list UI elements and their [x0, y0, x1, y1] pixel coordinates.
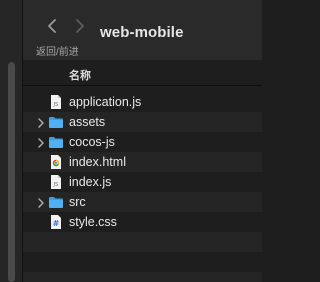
empty-row: [23, 232, 262, 252]
file-list: JS application.js assets cocos-js index.html…: [23, 92, 262, 282]
folder-icon: [48, 114, 64, 130]
disclosure-triangle-icon[interactable]: [37, 196, 45, 208]
toolbar: web-mobile 返回/前进: [23, 0, 262, 60]
svg-text:JS: JS: [53, 182, 59, 188]
file-name-label: application.js: [69, 95, 142, 109]
window-title: web-mobile: [100, 24, 184, 41]
svg-text:JS: JS: [53, 102, 59, 108]
svg-text:#: #: [53, 219, 60, 228]
chevron-left-icon: [48, 19, 56, 33]
chevron-right-icon: [76, 19, 84, 33]
list-item[interactable]: # style.css: [23, 212, 262, 232]
js-file-icon: JS: [48, 94, 64, 110]
file-name-label: assets: [69, 115, 106, 129]
list-item[interactable]: JS index.js: [23, 172, 262, 192]
disclosure-triangle-icon[interactable]: [37, 116, 45, 128]
back-button[interactable]: [45, 16, 59, 36]
js-file-icon: JS: [48, 174, 64, 190]
disclosure-triangle-icon[interactable]: [37, 136, 45, 148]
file-name-label: cocos-js: [69, 135, 115, 149]
file-name-label: index.js: [69, 175, 112, 189]
sidebar-scrollbar[interactable]: [8, 62, 15, 282]
folder-icon: [48, 134, 64, 150]
list-item[interactable]: JS application.js: [23, 92, 262, 112]
column-header-name[interactable]: 名称: [23, 60, 262, 86]
column-header-label: 名称: [69, 70, 91, 82]
list-item[interactable]: cocos-js: [23, 132, 262, 152]
css-file-icon: #: [48, 214, 64, 230]
empty-row: [23, 252, 262, 272]
file-name-label: index.html: [69, 155, 126, 169]
file-name-label: style.css: [69, 215, 117, 229]
folder-icon: [48, 194, 64, 210]
finder-window: web-mobile 返回/前进 名称 JS application.js asse…: [0, 0, 262, 282]
back-forward-label: 返回/前进: [36, 47, 79, 58]
list-item[interactable]: src: [23, 192, 262, 212]
list-item[interactable]: index.html: [23, 152, 262, 172]
file-name-label: src: [69, 195, 86, 209]
forward-button[interactable]: [73, 16, 87, 36]
list-item[interactable]: assets: [23, 112, 262, 132]
empty-row: [23, 272, 262, 282]
html-file-icon: [48, 154, 64, 170]
nav-buttons: [45, 16, 87, 36]
